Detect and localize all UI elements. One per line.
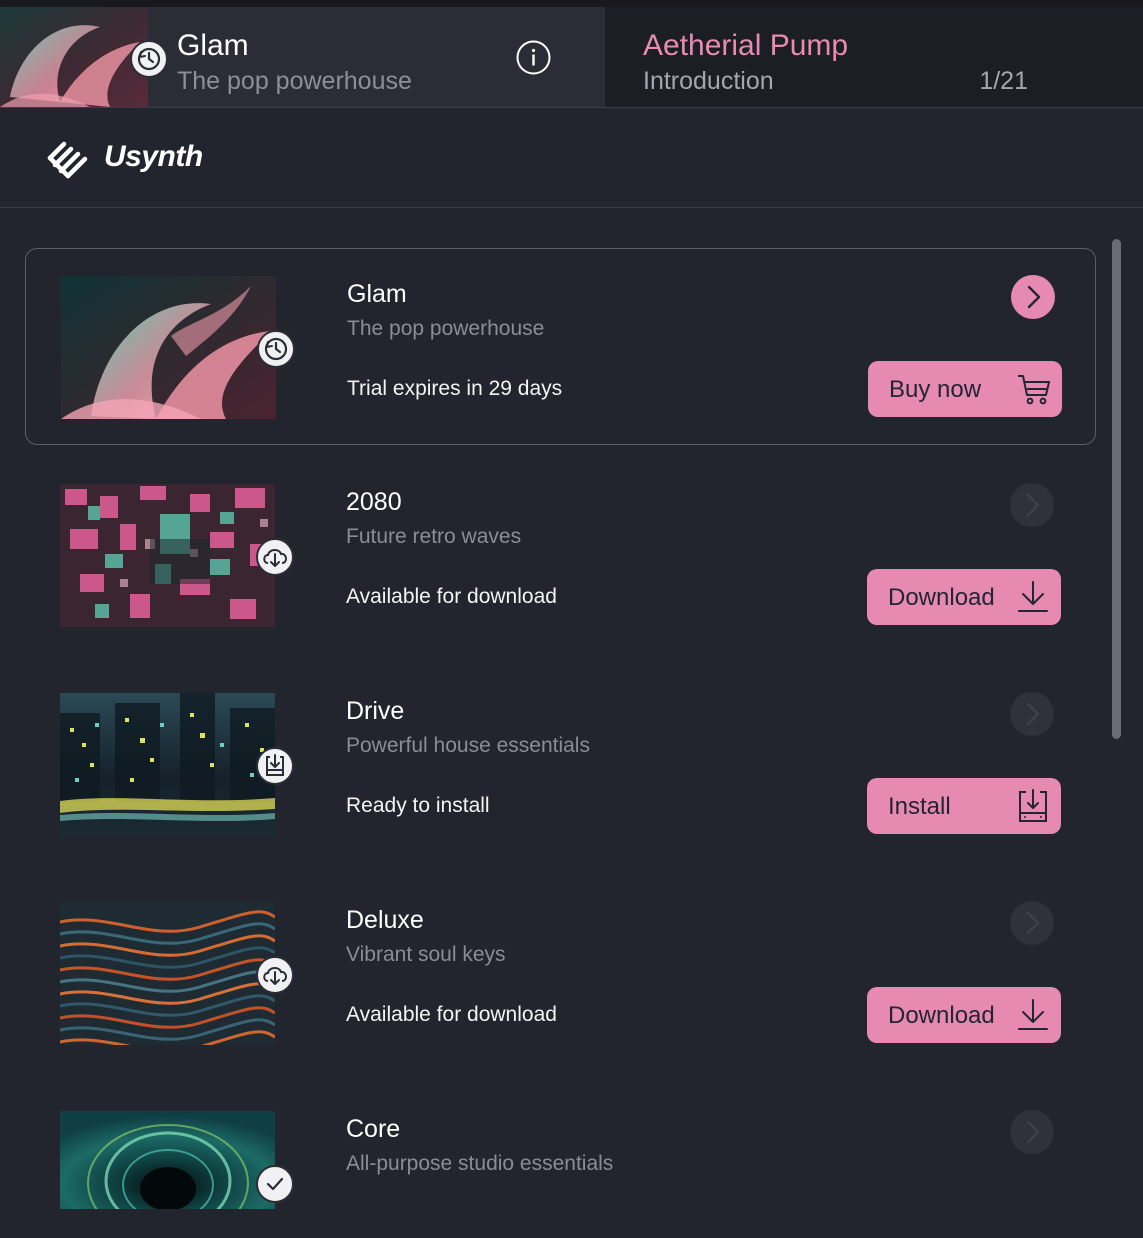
clock-icon	[130, 40, 168, 78]
window-top-strip	[0, 0, 1143, 7]
chevron-right-icon[interactable]	[1010, 901, 1054, 945]
product-name: Core	[346, 1115, 401, 1143]
product-thumbnail	[61, 276, 276, 419]
install-icon	[1015, 788, 1051, 824]
product-name: Deluxe	[346, 906, 424, 934]
download-button[interactable]: Download	[867, 569, 1061, 625]
product-tagline: The pop powerhouse	[347, 317, 545, 340]
chevron-right-icon[interactable]	[1010, 1110, 1054, 1154]
button-label: Buy now	[889, 376, 982, 403]
cloud-download-icon	[256, 956, 294, 994]
download-icon	[1015, 579, 1051, 615]
product-tagline: All-purpose studio essentials	[346, 1152, 614, 1175]
product-tagline: Future retro waves	[346, 525, 522, 548]
product-status: Ready to install	[346, 794, 490, 817]
preset-section: Introduction	[643, 67, 774, 95]
brand-name: Usynth	[104, 140, 203, 173]
product-status: Available for download	[346, 585, 557, 608]
product-card-2080[interactable]: 2080 Future retro waves Available for do…	[25, 457, 1096, 654]
product-name: Glam	[347, 280, 407, 308]
button-label: Download	[888, 1002, 995, 1029]
product-thumbnail	[60, 484, 275, 627]
header-bar: Glam The pop powerhouse Aetherial Pump I…	[0, 7, 1143, 108]
chevron-right-icon[interactable]	[1010, 483, 1054, 527]
cart-icon	[1016, 371, 1052, 407]
chevron-right-icon[interactable]	[1011, 275, 1055, 319]
preset-name: Aetherial Pump	[643, 29, 849, 62]
preset-counter: 1/21	[979, 67, 1028, 95]
product-card-drive[interactable]: Drive Powerful house essentials Ready to…	[25, 666, 1096, 863]
product-tagline: Vibrant soul keys	[346, 943, 506, 966]
usynth-logo-icon	[46, 136, 96, 180]
product-card-deluxe[interactable]: Deluxe Vibrant soul keys Available for d…	[25, 875, 1096, 1072]
button-label: Install	[888, 793, 951, 820]
download-button[interactable]: Download	[867, 987, 1061, 1043]
brand-bar: Usynth	[0, 108, 1143, 208]
scrollbar-thumb[interactable]	[1112, 239, 1121, 739]
install-icon	[256, 747, 294, 785]
product-name: 2080	[346, 488, 402, 516]
product-status: Trial expires in 29 days	[347, 377, 563, 400]
buy-now-button[interactable]: Buy now	[868, 361, 1062, 417]
info-icon[interactable]	[516, 40, 551, 75]
button-label: Download	[888, 584, 995, 611]
header-product-subtitle: The pop powerhouse	[177, 67, 412, 95]
cloud-download-icon	[256, 538, 294, 576]
product-tagline: Powerful house essentials	[346, 734, 590, 757]
product-card-glam[interactable]: Glam The pop powerhouse Trial expires in…	[25, 248, 1096, 445]
product-thumbnail	[60, 693, 275, 836]
header-product-thumbnail[interactable]	[0, 7, 148, 107]
check-icon	[256, 1165, 294, 1203]
chevron-right-icon[interactable]	[1010, 692, 1054, 736]
preset-panel[interactable]: Aetherial Pump Introduction 1/21	[605, 7, 1143, 107]
product-list[interactable]: Glam The pop powerhouse Trial expires in…	[0, 209, 1143, 1238]
product-thumbnail	[60, 902, 275, 1045]
product-name: Drive	[346, 697, 405, 725]
clock-icon	[257, 330, 295, 368]
product-thumbnail	[60, 1111, 275, 1209]
header-product-title: Glam	[177, 29, 249, 62]
product-status: Available for download	[346, 1003, 557, 1026]
download-icon	[1015, 997, 1051, 1033]
product-card-core[interactable]: Core All-purpose studio essentials	[25, 1084, 1096, 1238]
install-button[interactable]: Install	[867, 778, 1061, 834]
